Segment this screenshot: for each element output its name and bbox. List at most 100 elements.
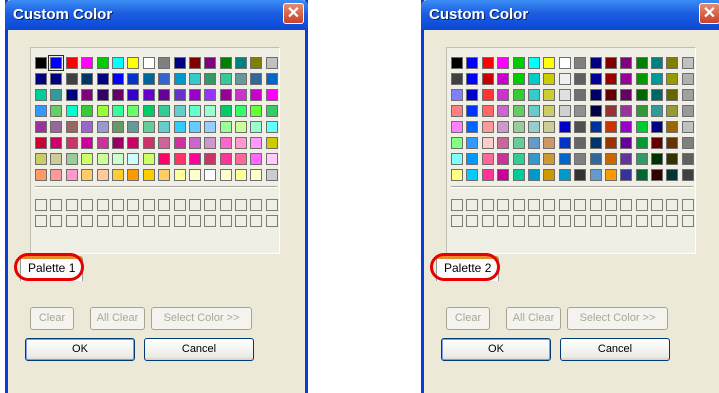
color-swatch[interactable] (497, 105, 510, 117)
custom-color-slot[interactable] (512, 199, 525, 211)
color-swatch[interactable] (666, 169, 679, 181)
color-swatch[interactable] (204, 73, 217, 85)
custom-color-slot[interactable] (466, 215, 479, 227)
custom-color-slot[interactable] (96, 215, 109, 227)
color-swatch[interactable] (589, 137, 602, 149)
color-swatch[interactable] (127, 169, 140, 181)
color-swatch[interactable] (250, 89, 263, 101)
color-swatch[interactable] (235, 105, 248, 117)
color-swatch[interactable] (65, 137, 78, 149)
color-swatch[interactable] (35, 137, 47, 149)
color-swatch[interactable] (204, 105, 217, 117)
color-swatch[interactable] (681, 137, 694, 149)
custom-color-slot[interactable] (481, 199, 494, 211)
color-swatch[interactable] (589, 89, 602, 101)
color-swatch[interactable] (158, 137, 171, 149)
title-bar[interactable]: Custom Color ✕ (421, 0, 719, 30)
color-swatch[interactable] (574, 73, 587, 85)
custom-color-slot[interactable] (235, 199, 248, 211)
color-swatch[interactable] (466, 121, 479, 133)
color-swatch[interactable] (35, 89, 47, 101)
color-swatch[interactable] (635, 57, 648, 69)
color-swatch[interactable] (142, 137, 155, 149)
color-swatch[interactable] (604, 137, 617, 149)
color-swatch[interactable] (142, 169, 155, 181)
custom-color-slot[interactable] (65, 215, 78, 227)
color-swatch[interactable] (620, 57, 633, 69)
color-swatch[interactable] (466, 73, 479, 85)
color-swatch[interactable] (173, 57, 186, 69)
color-swatch[interactable] (173, 153, 186, 165)
color-swatch[interactable] (604, 105, 617, 117)
custom-color-slot[interactable] (219, 215, 232, 227)
color-swatch[interactable] (651, 73, 664, 85)
color-swatch[interactable] (65, 73, 78, 85)
color-swatch[interactable] (574, 89, 587, 101)
color-swatch[interactable] (158, 89, 171, 101)
color-swatch[interactable] (111, 121, 124, 133)
color-swatch[interactable] (651, 105, 664, 117)
color-swatch[interactable] (527, 121, 540, 133)
color-swatch[interactable] (65, 153, 78, 165)
color-swatch[interactable] (651, 137, 664, 149)
color-swatch[interactable] (466, 137, 479, 149)
color-swatch[interactable] (111, 57, 124, 69)
color-swatch[interactable] (574, 153, 587, 165)
color-swatch[interactable] (651, 57, 664, 69)
color-swatch[interactable] (173, 121, 186, 133)
color-swatch[interactable] (235, 153, 248, 165)
color-swatch[interactable] (604, 121, 617, 133)
custom-color-slot[interactable] (651, 215, 664, 227)
color-swatch[interactable] (81, 137, 94, 149)
color-swatch[interactable] (604, 169, 617, 181)
color-swatch[interactable] (204, 169, 217, 181)
color-swatch[interactable] (35, 169, 47, 181)
color-swatch[interactable] (50, 153, 63, 165)
color-swatch[interactable] (527, 89, 540, 101)
color-swatch[interactable] (204, 89, 217, 101)
color-swatch[interactable] (96, 153, 109, 165)
color-swatch[interactable] (451, 57, 463, 69)
color-swatch[interactable] (666, 73, 679, 85)
color-swatch[interactable] (681, 89, 694, 101)
color-swatch[interactable] (527, 105, 540, 117)
color-swatch[interactable] (250, 57, 263, 69)
color-swatch[interactable] (127, 57, 140, 69)
color-swatch[interactable] (512, 137, 525, 149)
custom-color-slot[interactable] (188, 215, 201, 227)
color-swatch[interactable] (50, 89, 63, 101)
color-swatch[interactable] (481, 57, 494, 69)
custom-color-slot[interactable] (589, 199, 602, 211)
color-swatch[interactable] (620, 73, 633, 85)
color-swatch[interactable] (574, 57, 587, 69)
color-swatch[interactable] (188, 137, 201, 149)
color-swatch[interactable] (265, 121, 278, 133)
color-swatch[interactable] (589, 57, 602, 69)
color-swatch[interactable] (497, 73, 510, 85)
color-swatch[interactable] (651, 121, 664, 133)
color-swatch[interactable] (173, 169, 186, 181)
color-swatch[interactable] (127, 89, 140, 101)
title-bar[interactable]: Custom Color ✕ (5, 0, 308, 30)
color-swatch[interactable] (558, 121, 571, 133)
color-swatch[interactable] (451, 105, 463, 117)
color-swatch[interactable] (158, 153, 171, 165)
color-swatch[interactable] (635, 137, 648, 149)
color-swatch[interactable] (111, 73, 124, 85)
clear-button[interactable]: Clear (446, 307, 490, 330)
color-swatch[interactable] (558, 73, 571, 85)
color-swatch[interactable] (188, 121, 201, 133)
color-swatch[interactable] (127, 153, 140, 165)
color-swatch[interactable] (651, 89, 664, 101)
color-swatch[interactable] (142, 73, 155, 85)
custom-color-slot[interactable] (620, 199, 633, 211)
color-swatch[interactable] (250, 121, 263, 133)
color-swatch[interactable] (35, 121, 47, 133)
color-swatch[interactable] (635, 121, 648, 133)
custom-color-slot[interactable] (604, 199, 617, 211)
color-swatch[interactable] (188, 153, 201, 165)
all-clear-button[interactable]: All Clear (506, 307, 561, 330)
color-swatch[interactable] (666, 137, 679, 149)
color-swatch[interactable] (512, 121, 525, 133)
color-swatch[interactable] (111, 137, 124, 149)
